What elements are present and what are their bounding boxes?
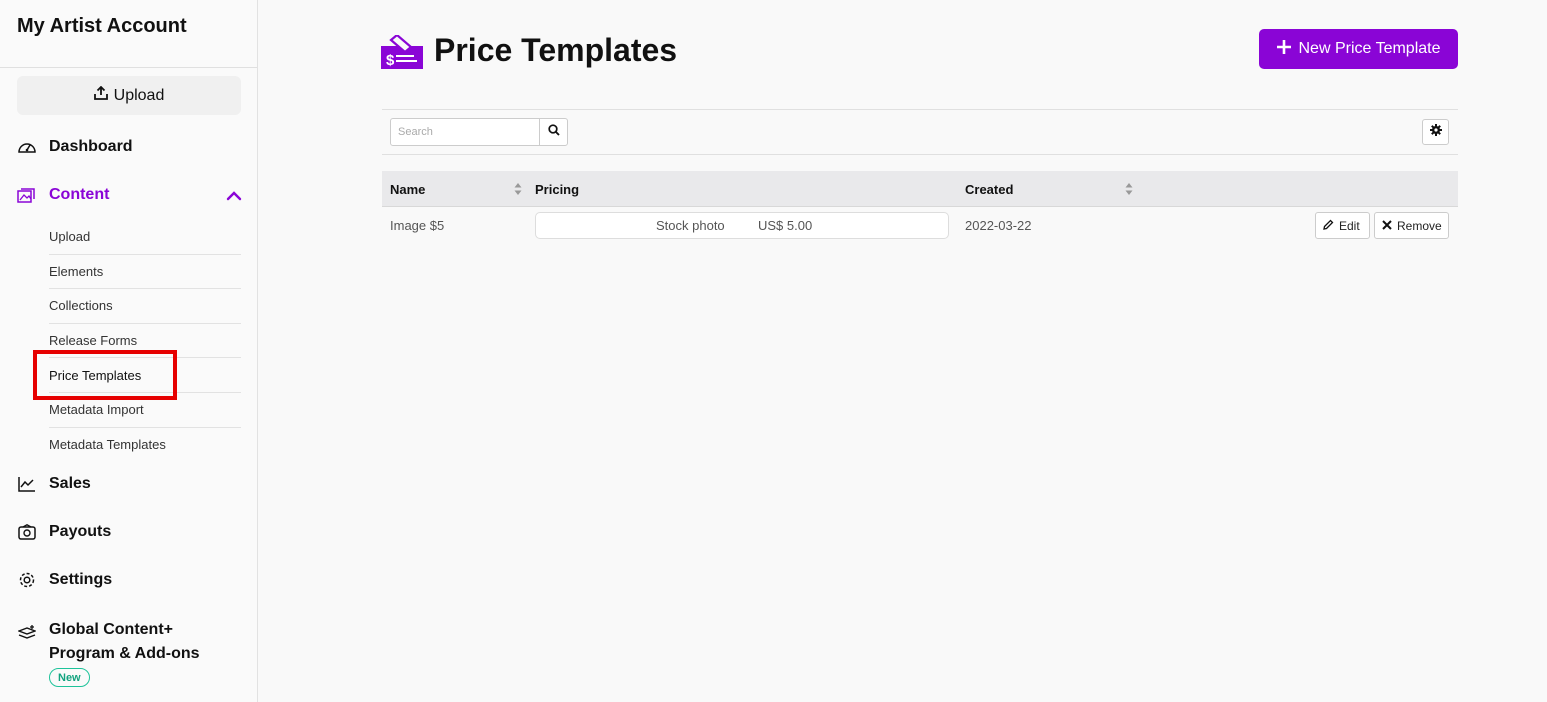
nav-global-content-label[interactable]: Global Content+ Program & Add-ons: [49, 618, 229, 666]
column-header-pricing: Pricing: [535, 181, 580, 197]
page-title: Price Templates: [434, 32, 678, 68]
new-badge: New: [49, 668, 90, 687]
pricing-type: Stock photo: [656, 218, 725, 233]
edit-button-label: Edit: [1339, 218, 1360, 233]
upload-button[interactable]: Upload: [17, 76, 241, 115]
nav-content-label: Content: [49, 186, 110, 203]
nav-global-content-icon-wrap[interactable]: [17, 620, 49, 646]
new-price-template-label: New Price Template: [1298, 40, 1441, 57]
row-name: Image $5: [390, 218, 445, 233]
submenu-item-upload[interactable]: Upload: [49, 220, 241, 255]
sales-icon: [17, 474, 37, 494]
search-input[interactable]: [391, 119, 539, 145]
submenu-item-collections[interactable]: Collections: [49, 289, 241, 324]
gear-icon: [1429, 123, 1442, 141]
toolbar-divider-bottom: [382, 154, 1458, 155]
upload-icon: [93, 85, 108, 105]
nav-sales[interactable]: Sales: [17, 471, 91, 497]
content-submenu: Upload Elements Collections Release Form…: [49, 220, 241, 462]
nav-dashboard-label: Dashboard: [49, 138, 133, 155]
toolbar-divider-top: [382, 109, 1458, 110]
remove-button[interactable]: Remove: [1374, 212, 1449, 239]
nav-dashboard[interactable]: Dashboard: [17, 134, 133, 160]
price-tag-icon: $: [381, 35, 423, 69]
column-header-created[interactable]: Created: [965, 171, 1013, 207]
dashboard-icon: [17, 137, 37, 157]
sidebar: My Artist Account Upload Dashboard Conte…: [0, 0, 258, 702]
new-price-template-button[interactable]: New Price Template: [1259, 29, 1458, 69]
remove-button-label: Remove: [1397, 218, 1442, 233]
payouts-icon: [17, 522, 37, 542]
upload-button-label: Upload: [113, 86, 165, 104]
sort-icon[interactable]: [1125, 182, 1133, 196]
chevron-up-icon[interactable]: [225, 188, 243, 204]
nav-sales-label: Sales: [49, 475, 91, 492]
global-content-icon: [17, 623, 37, 643]
submenu-item-metadata-import[interactable]: Metadata Import: [49, 393, 241, 428]
plus-icon: [1276, 39, 1291, 59]
submenu-item-price-templates[interactable]: Price Templates: [49, 358, 241, 393]
sort-icon[interactable]: [514, 182, 522, 196]
table-settings-button[interactable]: [1422, 119, 1449, 145]
close-icon: [1382, 219, 1392, 233]
submenu-item-metadata-templates[interactable]: Metadata Templates: [49, 428, 241, 463]
search-icon: [547, 123, 560, 141]
column-header-name[interactable]: Name: [390, 171, 425, 207]
pricing-value: US$ 5.00: [758, 218, 813, 233]
nav-content[interactable]: Content: [17, 182, 109, 208]
nav-settings[interactable]: Settings: [17, 567, 112, 593]
content-icon: [17, 185, 37, 205]
submenu-item-elements[interactable]: Elements: [49, 255, 241, 290]
search-box: [390, 118, 568, 146]
nav-payouts-label: Payouts: [49, 523, 112, 540]
nav-settings-label: Settings: [49, 571, 113, 588]
row-created: 2022-03-22: [965, 218, 1032, 233]
settings-icon: [17, 570, 37, 590]
table-header: Name Pricing Created: [382, 171, 1458, 207]
sidebar-divider: [0, 67, 257, 68]
pricing-cell: Stock photo US$ 5.00: [535, 212, 949, 239]
account-title: My Artist Account: [17, 15, 187, 37]
nav-payouts[interactable]: Payouts: [17, 519, 111, 545]
svg-text:$: $: [386, 52, 395, 69]
edit-button[interactable]: Edit: [1315, 212, 1370, 239]
search-button[interactable]: [539, 119, 567, 145]
pencil-icon: [1323, 219, 1334, 233]
submenu-item-release-forms[interactable]: Release Forms: [49, 324, 241, 359]
